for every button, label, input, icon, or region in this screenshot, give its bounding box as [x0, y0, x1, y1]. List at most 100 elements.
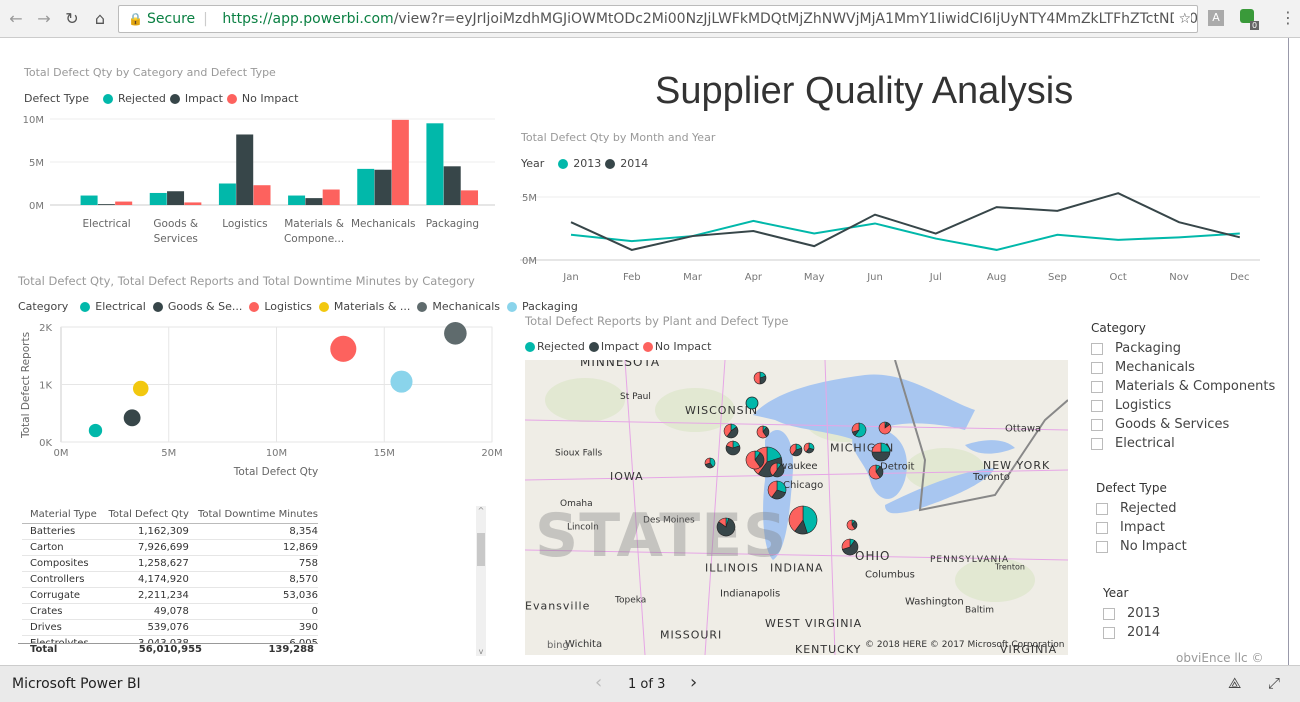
plant-pie-marker[interactable] — [716, 517, 736, 537]
forward-icon[interactable]: → — [34, 9, 54, 28]
slicer-option[interactable]: 2014 — [1103, 623, 1160, 642]
y-tick-label: 0M — [522, 256, 537, 267]
slicer-option[interactable]: No Impact — [1096, 537, 1187, 556]
prev-page-icon[interactable]: ‹ — [595, 672, 602, 693]
plant-pie-marker[interactable] — [803, 442, 815, 454]
legend-item[interactable]: Packaging — [522, 300, 578, 313]
brand-label: Microsoft Power BI — [12, 676, 141, 692]
x-tick-label: Oct — [1110, 272, 1127, 283]
legend-item[interactable]: Impact — [601, 340, 639, 353]
bar-impact — [236, 134, 254, 205]
scroll-up-icon[interactable]: ^ — [476, 506, 486, 515]
plant-pie-marker[interactable] — [723, 423, 739, 439]
share-icon[interactable]: ⟁ — [1228, 674, 1241, 692]
legend-item[interactable]: 2014 — [620, 157, 648, 170]
scroll-down-icon[interactable]: v — [476, 647, 486, 656]
plant-pie-marker[interactable] — [841, 538, 859, 556]
legend-item[interactable]: No Impact — [655, 340, 712, 353]
line-chart-title: Total Defect Qty by Month and Year — [521, 131, 716, 144]
extension-icon[interactable]: A — [1208, 10, 1224, 26]
bar-no-impact — [461, 190, 479, 205]
column-header[interactable]: Total Defect Qty — [102, 507, 189, 524]
checkbox[interactable] — [1096, 502, 1108, 515]
table-row[interactable]: Carton 7,926,699 12,869 — [22, 539, 318, 556]
plant-pie-marker[interactable] — [878, 421, 892, 435]
x-tick-label: Jul — [929, 272, 942, 283]
table-row[interactable]: Crates 49,078 0 — [22, 603, 318, 620]
map-label: NEW YORK — [983, 459, 1050, 472]
legend-item[interactable]: Mechanicals — [432, 300, 500, 313]
legend-item[interactable]: Goods & Se... — [168, 300, 243, 313]
legend-item[interactable]: Rejected — [537, 340, 585, 353]
plant-pie-marker[interactable] — [788, 505, 818, 535]
slicer-option[interactable]: 2013 — [1103, 604, 1160, 623]
checkbox[interactable] — [1091, 361, 1103, 374]
checkbox[interactable] — [1091, 380, 1103, 393]
address-bar[interactable]: 🔒 Secure | https://app.powerbi.com/view?r… — [118, 5, 1198, 33]
map-label: WEST VIRGINIA — [765, 617, 862, 630]
plant-pie-marker[interactable] — [769, 462, 785, 478]
checkbox[interactable] — [1096, 521, 1108, 534]
table-scrollbar[interactable]: ^ v — [476, 506, 486, 656]
plant-pie-marker[interactable] — [789, 443, 803, 457]
legend-item[interactable]: No Impact — [242, 92, 299, 105]
slicer-option[interactable]: Electrical — [1091, 434, 1275, 453]
map-label: IOWA — [610, 470, 644, 483]
legend-item[interactable]: 2013 — [573, 157, 601, 170]
slicer-option[interactable]: Rejected — [1096, 499, 1187, 518]
star-icon[interactable]: ☆ — [1174, 6, 1191, 32]
plant-pie-marker[interactable] — [868, 464, 884, 480]
slicer-option[interactable]: Impact — [1096, 518, 1187, 537]
plant-pie-marker[interactable] — [725, 440, 741, 456]
x-tick-label: May — [804, 272, 825, 283]
slicer-option[interactable]: Materials & Components — [1091, 377, 1275, 396]
fullscreen-icon[interactable]: ⤢ — [1268, 674, 1280, 692]
slicer-option[interactable]: Packaging — [1091, 339, 1275, 358]
column-header[interactable]: Total Downtime Minutes — [188, 507, 318, 524]
table-row[interactable]: Composites 1,258,627 758 — [22, 555, 318, 572]
slicer-option[interactable]: Mechanicals — [1091, 358, 1275, 377]
table-total-row: Total 56,010,955 139,288 — [18, 643, 318, 658]
plant-pie-marker[interactable] — [756, 425, 770, 439]
plant-pie-marker[interactable] — [745, 396, 759, 410]
plant-pie-marker[interactable] — [704, 457, 716, 469]
plant-pie-marker[interactable] — [871, 442, 891, 462]
checkbox[interactable] — [1103, 607, 1115, 620]
forest-area — [545, 378, 625, 422]
home-icon[interactable]: ⌂ — [90, 9, 110, 28]
plant-pie-marker[interactable] — [851, 422, 867, 438]
plant-pie-marker[interactable] — [745, 450, 765, 470]
legend-dot — [249, 301, 260, 312]
plant-pie-marker[interactable] — [753, 371, 767, 385]
back-icon[interactable]: ← — [6, 9, 26, 28]
checkbox[interactable] — [1091, 342, 1103, 355]
plant-pie-marker[interactable] — [767, 480, 787, 500]
slicer-option[interactable]: Logistics — [1091, 396, 1275, 415]
slicer-option[interactable]: Goods & Services — [1091, 415, 1275, 434]
reload-icon[interactable]: ↻ — [62, 9, 82, 28]
table-row[interactable]: Batteries 1,162,309 8,354 — [22, 523, 318, 540]
plant-map[interactable]: MINNESOTASt PaulWISCONSINSioux Falls MICH… — [525, 360, 1068, 655]
checkbox[interactable] — [1091, 437, 1103, 450]
slicer-option-label: Rejected — [1120, 501, 1177, 516]
next-page-icon[interactable]: › — [690, 672, 697, 693]
menu-icon[interactable]: ⋮ — [1280, 8, 1296, 27]
url-text: https://app.powerbi.com/view?r=eyJrIjoiM… — [222, 11, 1198, 27]
table-row[interactable]: Controllers 4,174,920 8,570 — [22, 571, 318, 588]
checkbox[interactable] — [1091, 418, 1103, 431]
checkbox[interactable] — [1103, 626, 1115, 639]
checkbox[interactable] — [1096, 540, 1108, 553]
checkbox[interactable] — [1091, 399, 1103, 412]
table-row[interactable]: Drives 539,076 390 — [22, 619, 318, 636]
plant-pie-marker[interactable] — [846, 519, 858, 531]
column-header[interactable]: Material Type — [22, 507, 103, 524]
legend-item[interactable]: Impact — [185, 92, 223, 105]
map-legend: Rejected Impact No Impact — [525, 340, 711, 353]
table-row[interactable]: Corrugate 2,211,234 53,036 — [22, 587, 318, 604]
legend-item[interactable]: Logistics — [264, 300, 312, 313]
legend-item[interactable]: Electrical — [95, 300, 146, 313]
legend-item[interactable]: Materials & ... — [334, 300, 410, 313]
scrollbar-thumb[interactable] — [477, 533, 485, 566]
legend-item[interactable]: Rejected — [118, 92, 166, 105]
x-tick-label: Goods & — [153, 218, 198, 230]
